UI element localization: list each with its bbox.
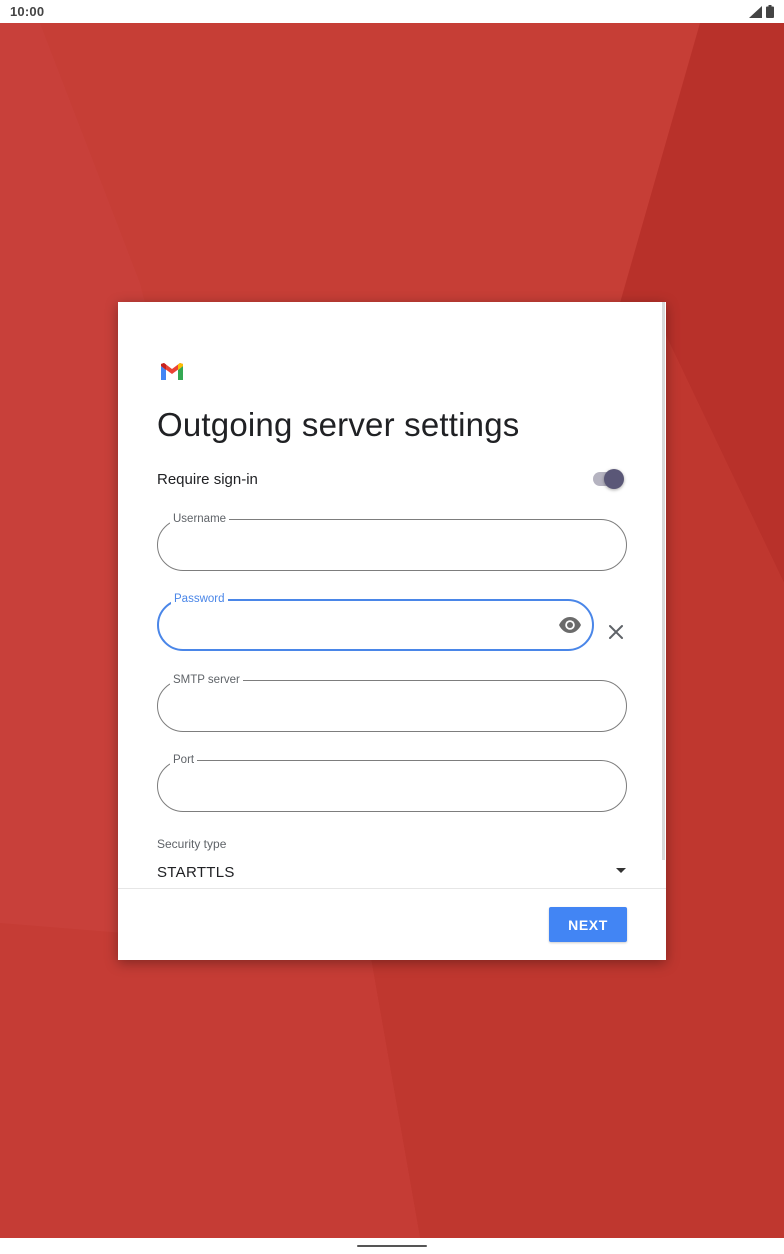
username-field[interactable]: Username [157, 512, 627, 571]
clear-password-close-icon[interactable] [607, 623, 625, 641]
toggle-thumb [604, 469, 624, 489]
status-time: 10:00 [10, 4, 45, 19]
port-label: Port [170, 753, 198, 767]
username-input[interactable] [176, 532, 576, 560]
gmail-logo-icon [161, 363, 183, 381]
port-field[interactable]: Port [157, 753, 627, 812]
signal-icon [749, 5, 762, 18]
security-type-dropdown[interactable]: STARTTLS [157, 857, 627, 885]
dropdown-arrow-icon [615, 863, 627, 873]
page-title: Outgoing server settings [157, 406, 520, 443]
setup-dialog: Outgoing server settings Require sign-in… [118, 302, 666, 960]
scrollbar[interactable] [662, 302, 665, 860]
require-signin-label: Require sign-in [157, 471, 258, 488]
smtp-server-input[interactable] [176, 693, 576, 721]
navigation-bar [0, 1238, 784, 1254]
home-handle[interactable] [357, 1245, 427, 1247]
security-type-value: STARTTLS [157, 864, 235, 881]
status-icons [749, 5, 774, 18]
username-label: Username [170, 512, 230, 526]
footer-divider [118, 888, 666, 889]
smtp-server-field[interactable]: SMTP server [157, 673, 627, 732]
password-label: Password [171, 592, 228, 606]
smtp-server-label: SMTP server [170, 673, 243, 687]
status-bar: 10:00 [0, 0, 784, 23]
password-input[interactable] [177, 613, 542, 641]
security-type-label: Security type [157, 837, 227, 851]
require-signin-toggle[interactable] [592, 469, 626, 489]
show-password-eye-icon[interactable] [558, 615, 582, 635]
battery-icon [766, 5, 774, 18]
next-button[interactable]: NEXT [549, 907, 627, 942]
password-field[interactable]: Password [157, 592, 594, 651]
port-input[interactable] [176, 773, 576, 801]
